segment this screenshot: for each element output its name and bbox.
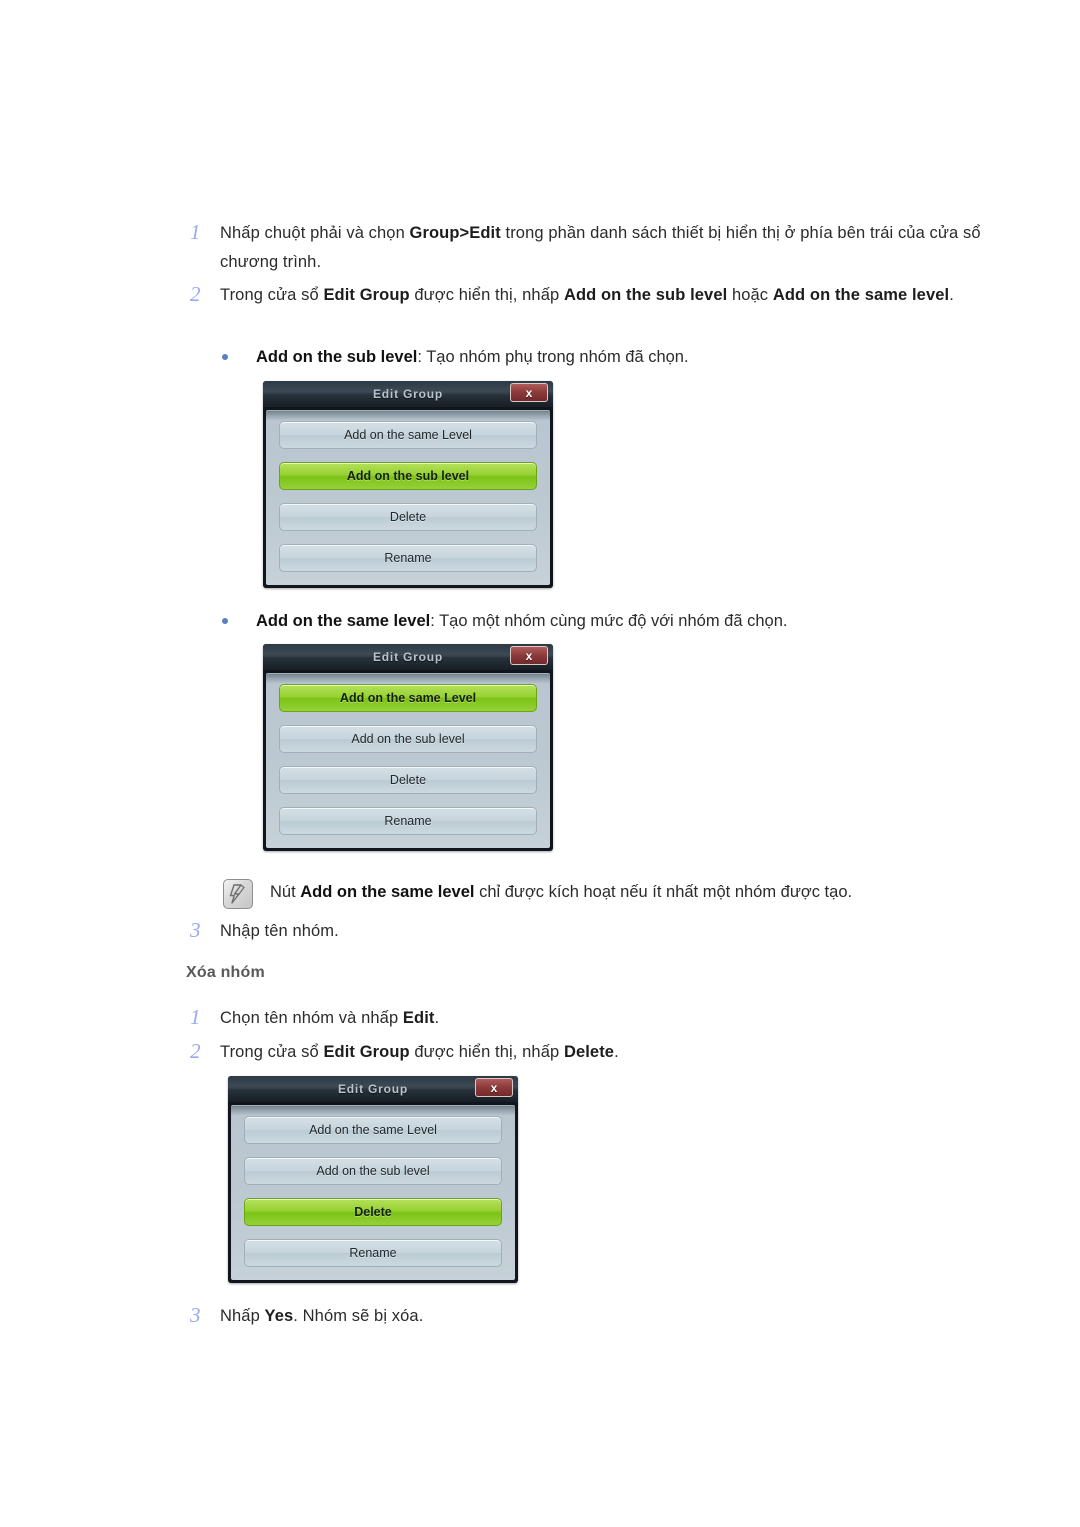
dialog-title: Edit Group <box>373 650 443 664</box>
note-pencil-icon <box>223 879 253 909</box>
step-3-text: Nhập tên nhóm. <box>220 922 339 940</box>
step-3-number: 3 <box>190 918 201 942</box>
bullet-dot-icon <box>222 607 256 624</box>
edit-group-dialog-sub-level[interactable]: Edit Group x Add on the same Level Add o… <box>263 381 553 588</box>
close-icon[interactable]: x <box>510 383 548 402</box>
button-rename[interactable]: Rename <box>244 1239 502 1267</box>
delete-step-2: 2 Trong cửa sổ Edit Group được hiển thị,… <box>186 1038 826 1067</box>
delete-step-1-number: 1 <box>190 1005 201 1029</box>
manual-page: 1 Nhấp chuột phải và chọn Group>Edit tro… <box>0 0 1080 1527</box>
button-add-on-the-sub-level[interactable]: Add on the sub level <box>279 462 537 490</box>
step-1-number: 1 <box>190 220 201 244</box>
close-icon[interactable]: x <box>475 1078 513 1097</box>
dialog-title: Edit Group <box>338 1082 408 1096</box>
dialog-title: Edit Group <box>373 387 443 401</box>
delete-step-3-text: Nhấp Yes. Nhóm sẽ bị xóa. <box>220 1307 424 1325</box>
delete-step-2-number: 2 <box>190 1039 201 1063</box>
bullet-add-on-sub-level: Add on the sub level: Tạo nhóm phụ trong… <box>222 343 962 371</box>
delete-step-1: 1 Chọn tên nhóm và nhấp Edit. <box>186 1004 786 1033</box>
button-delete[interactable]: Delete <box>279 766 537 794</box>
bullet-add-on-same-level: Add on the same level: Tạo một nhóm cùng… <box>222 607 982 635</box>
step-2: 2 Trong cửa sổ Edit Group được hiển thị,… <box>186 281 986 310</box>
bullet-add-on-same-level-text: Add on the same level: Tạo một nhóm cùng… <box>256 612 788 630</box>
step-1-text: Nhấp chuột phải và chọn Group>Edit trong… <box>220 224 981 271</box>
dialog-body: Add on the same Level Add on the sub lev… <box>231 1105 515 1280</box>
button-delete[interactable]: Delete <box>279 503 537 531</box>
step-3-group-add: 3 Nhập tên nhóm. <box>186 917 686 946</box>
button-add-on-the-same-level[interactable]: Add on the same Level <box>279 684 537 712</box>
button-add-on-the-same-level[interactable]: Add on the same Level <box>244 1116 502 1144</box>
button-rename[interactable]: Rename <box>279 807 537 835</box>
dialog-body: Add on the same Level Add on the sub lev… <box>266 410 550 585</box>
step-1: 1 Nhấp chuột phải và chọn Group>Edit tro… <box>186 219 998 277</box>
dialog-titlebar: Edit Group x <box>263 381 553 407</box>
note-text: Nút Add on the same level chỉ được kích … <box>270 883 853 901</box>
dialog-body: Add on the same Level Add on the sub lev… <box>266 673 550 848</box>
button-add-on-the-same-level[interactable]: Add on the same Level <box>279 421 537 449</box>
delete-step-3: 3 Nhấp Yes. Nhóm sẽ bị xóa. <box>186 1302 686 1331</box>
edit-group-dialog-delete[interactable]: Edit Group x Add on the same Level Add o… <box>228 1076 518 1283</box>
button-add-on-the-sub-level[interactable]: Add on the sub level <box>244 1157 502 1185</box>
bullet-add-on-sub-level-text: Add on the sub level: Tạo nhóm phụ trong… <box>256 348 689 366</box>
step-2-text: Trong cửa sổ Edit Group được hiển thị, n… <box>220 286 954 304</box>
note-callout: Nút Add on the same level chỉ được kích … <box>223 878 923 909</box>
bullet-dot-icon <box>222 343 256 360</box>
step-2-number: 2 <box>190 282 201 306</box>
dialog-titlebar: Edit Group x <box>263 644 553 670</box>
dialog-titlebar: Edit Group x <box>228 1076 518 1102</box>
button-rename[interactable]: Rename <box>279 544 537 572</box>
delete-step-3-number: 3 <box>190 1303 201 1327</box>
button-add-on-the-sub-level[interactable]: Add on the sub level <box>279 725 537 753</box>
close-icon[interactable]: x <box>510 646 548 665</box>
button-delete[interactable]: Delete <box>244 1198 502 1226</box>
delete-step-2-text: Trong cửa sổ Edit Group được hiển thị, n… <box>220 1043 619 1061</box>
edit-group-dialog-same-level[interactable]: Edit Group x Add on the same Level Add o… <box>263 644 553 851</box>
delete-step-1-text: Chọn tên nhóm và nhấp Edit. <box>220 1009 440 1027</box>
section-heading-delete-group: Xóa nhóm <box>186 964 265 981</box>
